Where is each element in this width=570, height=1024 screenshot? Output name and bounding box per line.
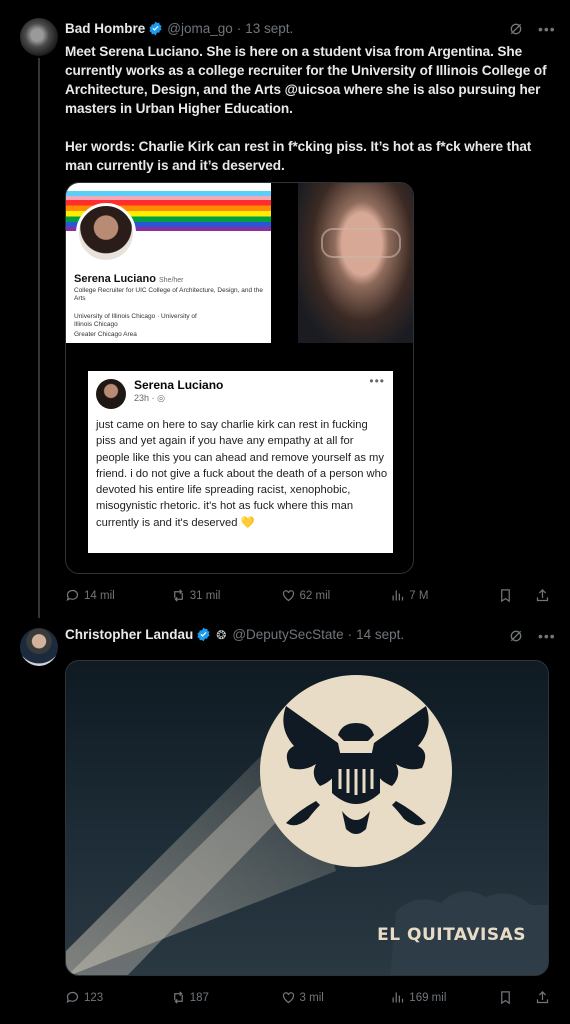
like-button[interactable]: 62 mil (281, 588, 391, 603)
tweet-image[interactable]: EL QUITAVISAS (65, 660, 549, 976)
linkedin-screenshot: Serena Luciano She/her College Recruiter… (66, 183, 271, 343)
us-seal-icon: ❂ (216, 627, 227, 642)
facebook-post-screenshot: Serena Luciano 23h · ◎ ••• just came on … (88, 371, 393, 553)
author-handle[interactable]: @joma_go (167, 21, 233, 36)
heart-icon (282, 590, 294, 602)
tweet-media[interactable]: Serena Luciano She/her College Recruiter… (65, 182, 414, 574)
fb-more-icon: ••• (369, 374, 385, 388)
linkedin-location: Greater Chicago Area (74, 331, 137, 338)
reply-button[interactable]: 14 mil (65, 588, 171, 603)
views-icon (392, 992, 404, 1003)
like-button[interactable]: 3 mil (281, 990, 391, 1005)
tweet-actions: 14 mil 31 mil 62 mil 7 M (65, 588, 550, 603)
fb-time: 23h · ◎ (134, 393, 165, 403)
author-handle[interactable]: @DeputySecState (232, 627, 343, 642)
share-icon[interactable] (535, 990, 550, 1005)
tweet-actions: 123 187 3 mil 169 mil (65, 990, 550, 1005)
grok-icon[interactable] (508, 628, 524, 644)
reply-button[interactable]: 123 (65, 990, 171, 1005)
verified-badge-icon (197, 627, 210, 642)
repost-button[interactable]: 31 mil (171, 588, 281, 603)
more-options-icon[interactable]: ••• (538, 628, 556, 644)
tweet-date[interactable]: 14 sept. (356, 627, 404, 642)
repost-button[interactable]: 187 (171, 990, 281, 1005)
globe-icon: ◎ (157, 393, 165, 403)
views-icon (392, 590, 404, 601)
fb-name: Serena Luciano (134, 378, 224, 392)
author-name[interactable]: Christopher Landau (65, 627, 193, 642)
linkedin-headline: College Recruiter for UIC College of Arc… (74, 287, 263, 302)
reply-icon (66, 589, 79, 602)
fb-avatar (96, 379, 126, 409)
image-caption: EL QUITAVISAS (377, 925, 526, 945)
grok-icon[interactable] (508, 21, 524, 37)
avatar[interactable] (20, 18, 58, 56)
views-button[interactable]: 169 mil (390, 990, 498, 1005)
fb-post-text: just came on here to say charlie kirk ca… (96, 419, 388, 529)
tweet-bad-hombre[interactable]: Bad Hombre @joma_go · 13 sept. ••• Meet … (0, 0, 570, 620)
share-icon[interactable] (535, 588, 550, 603)
more-options-icon[interactable]: ••• (538, 21, 556, 37)
views-button[interactable]: 7 M (390, 588, 498, 603)
separator: · (347, 627, 353, 642)
selfie-photo (298, 183, 413, 343)
heart-icon (282, 992, 294, 1004)
bookmark-icon[interactable] (498, 588, 513, 603)
linkedin-name: Serena Luciano She/her (74, 273, 184, 285)
author-name[interactable]: Bad Hombre (65, 21, 145, 36)
tweet-date[interactable]: 13 sept. (245, 21, 293, 36)
repost-icon (173, 589, 183, 602)
tweet-text: Meet Serena Luciano. She is here on a st… (65, 44, 547, 173)
bookmark-icon[interactable] (498, 990, 513, 1005)
avatar[interactable] (20, 628, 58, 666)
separator: · (236, 21, 242, 36)
reply-icon (66, 991, 79, 1004)
glasses-shape (321, 228, 401, 258)
yellow-heart-emoji: 💛 (240, 516, 255, 529)
linkedin-education: University of Illinois Chicago · Univers… (74, 313, 197, 328)
verified-badge-icon (149, 21, 162, 36)
repost-icon (173, 991, 183, 1004)
profile-photo (76, 203, 136, 263)
